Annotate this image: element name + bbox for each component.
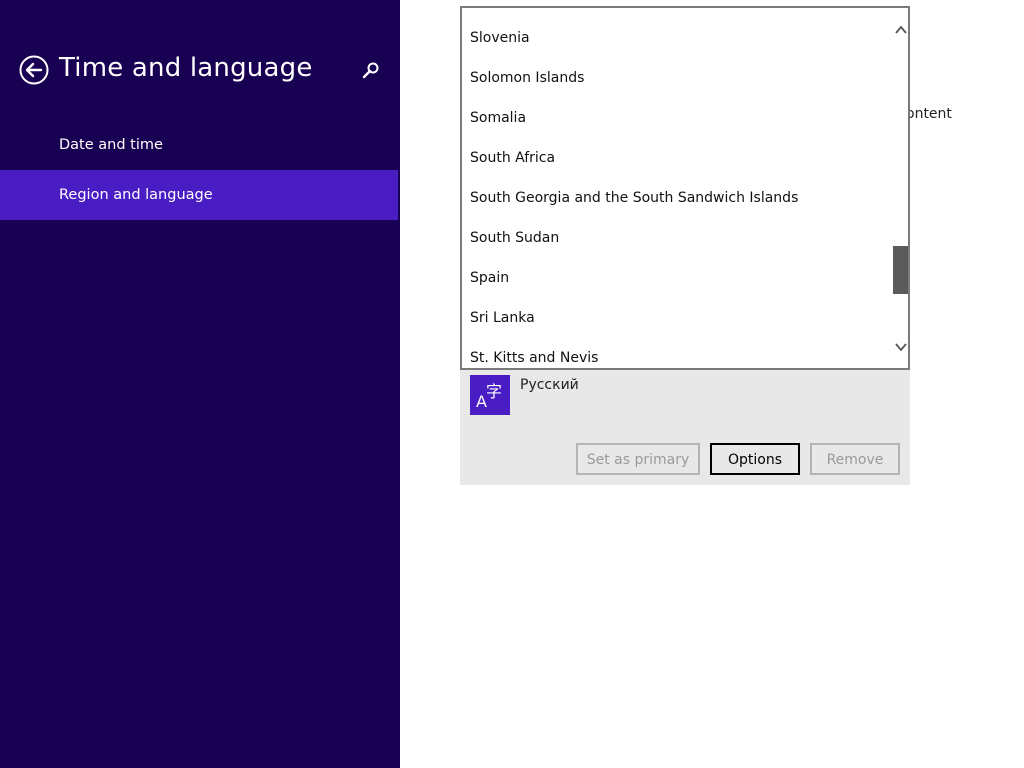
list-item[interactable]: Somalia	[462, 98, 890, 138]
dropdown-scrollbar[interactable]	[892, 8, 908, 368]
list-item[interactable]: South Africa	[462, 138, 890, 178]
sidebar-item-label: Region and language	[59, 187, 213, 203]
sidebar-item-label: Date and time	[59, 137, 163, 153]
sidebar-item-region-and-language[interactable]: Region and language	[0, 170, 398, 220]
page-title: Time and language	[59, 53, 313, 83]
back-arrow-icon[interactable]	[19, 55, 49, 85]
list-item[interactable]: South Georgia and the South Sandwich Isl…	[462, 178, 890, 218]
list-item[interactable]: Spain	[462, 258, 890, 298]
chevron-up-icon[interactable]	[895, 24, 907, 36]
search-icon[interactable]	[362, 61, 380, 79]
options-button[interactable]: Options	[710, 443, 800, 475]
list-item[interactable]: Sri Lanka	[462, 298, 890, 338]
list-item[interactable]: South Sudan	[462, 218, 890, 258]
clipped-setting-text: ontent	[906, 106, 952, 122]
scrollbar-thumb[interactable]	[893, 246, 908, 294]
list-item[interactable]: Solomon Islands	[462, 58, 890, 98]
language-icon: A 字	[470, 375, 510, 415]
remove-button[interactable]: Remove	[810, 443, 900, 475]
sidebar-item-date-and-time[interactable]: Date and time	[0, 120, 398, 170]
list-item[interactable]: St. Kitts and Nevis	[462, 338, 890, 368]
language-list-item[interactable]: A 字 Русский Set as primary Options Remov…	[460, 368, 910, 485]
language-name: Русский	[520, 377, 579, 393]
list-item[interactable]: Slovenia	[462, 18, 890, 58]
svg-text:字: 字	[486, 382, 502, 401]
country-dropdown-list[interactable]: Slovenia Solomon Islands Somalia South A…	[460, 6, 910, 370]
left-pane: Time and language Date and time Region a…	[0, 0, 400, 768]
chevron-down-icon[interactable]	[895, 341, 907, 353]
set-as-primary-button[interactable]: Set as primary	[576, 443, 700, 475]
